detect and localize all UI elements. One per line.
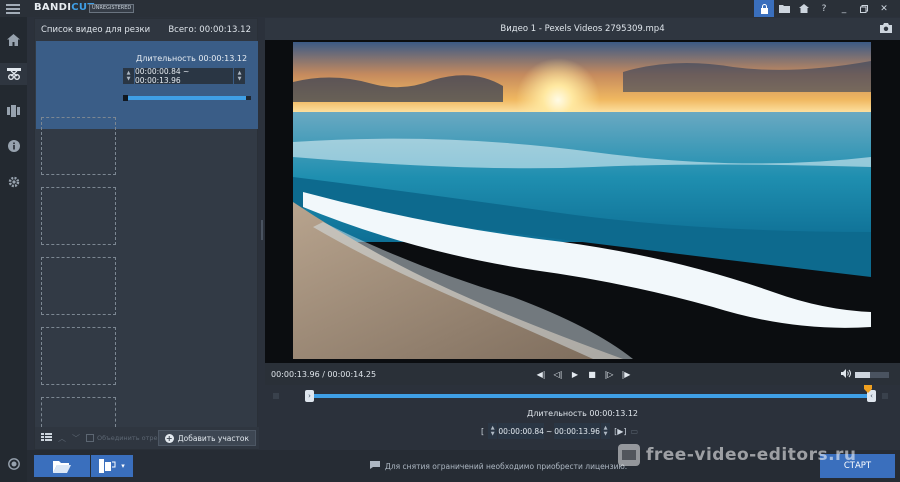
segment-start-field[interactable]: 00:00:00.84 [498,423,544,439]
open-file-button[interactable] [34,455,90,477]
left-rail [0,17,27,482]
folder-icon[interactable] [774,0,794,17]
clip-item-active[interactable]: Длительность 00:00:13.12 ▲ ▼ 00:00:00.84 … [36,41,258,129]
range-end-stepper[interactable]: ▲ ▼ [234,68,245,84]
registration-badge[interactable]: UNREGISTERED [89,4,135,13]
segment-range-separator: ~ [545,426,553,436]
selected-segment [305,394,875,398]
playhead-marker[interactable] [864,385,872,407]
clip-slot-empty[interactable] [41,187,116,245]
segment-duration: Длительность 00:00:13.12 [526,409,639,418]
volume-icon[interactable] [841,369,851,380]
stop-icon[interactable]: ■ [586,368,598,380]
open-folder-icon [53,461,71,473]
clip-list-title: Список видео для резки [41,25,151,35]
video-header: Видео 1 - Pexels Videos 2795309.mp4 [265,18,900,40]
step-back-icon[interactable]: ◁| [552,368,564,380]
title-bar: BANDICUT UNREGISTERED ? _ ✕ [0,0,900,17]
panel-splitter[interactable] [261,220,263,240]
segment-range: [ ▲ ▼ 00:00:00.84 ~ 00:00:13.96 ▲ ▼ [▶] ▭ [481,423,686,439]
clip-list-panel: Список видео для резки Всего: 00:00:13.1… [34,18,259,450]
chevron-down-icon: ▾ [121,462,125,470]
license-notice-text: Для снятия ограничений необходимо приобр… [385,461,628,471]
message-icon [370,461,380,471]
video-frame [293,42,871,359]
output-format-button[interactable]: ▾ [91,455,133,477]
settings-icon[interactable] [0,171,27,193]
timeline[interactable]: › ‹ [265,385,900,407]
segment-start-handle[interactable]: › [305,390,314,402]
restore-icon[interactable] [854,0,874,17]
record-icon[interactable] [0,453,27,475]
plus-icon: + [164,433,174,443]
home-icon[interactable] [794,0,814,17]
info-icon[interactable] [0,135,27,157]
timeline-end-cap [882,393,888,399]
help-icon[interactable]: ? [814,0,834,17]
clip-duration: Длительность 00:00:13.12 [136,54,248,63]
clip-range: ▲ ▼ 00:00:00.84 ~ 00:00:13.96 ▲ ▼ [123,67,245,85]
list-view-icon[interactable] [41,433,52,443]
watermark-logo-icon [618,444,640,466]
playback-timecode: 00:00:13.96 / 00:00:14.25 [271,370,377,379]
watermark: free-video-editors.ru [618,444,857,466]
app-logo: BANDICUT [34,2,95,13]
video-preview[interactable] [265,40,900,363]
watermark-text: free-video-editors.ru [646,445,857,465]
move-up-icon[interactable]: ︿ [58,433,66,444]
lock-icon[interactable] [754,0,774,17]
prev-frame-icon[interactable]: ◀| [535,368,547,380]
next-frame-icon[interactable]: |▶ [620,368,632,380]
move-down-icon[interactable]: ﹀ [72,433,80,444]
range-start-stepper[interactable]: ▲ ▼ [123,68,134,84]
set-start-icon[interactable]: [ [481,427,484,436]
video-title: Видео 1 - Pexels Videos 2795309.mp4 [500,24,665,34]
home-icon[interactable] [0,29,27,51]
step-forward-icon[interactable]: |▷ [603,368,615,380]
add-segment-label: Добавить участок [177,433,249,443]
cut-icon[interactable] [0,63,27,85]
clip-slot-empty[interactable] [41,397,116,427]
fullscreen-icon[interactable]: ▭ [631,427,639,436]
segment-end-field[interactable]: 00:00:13.96 [554,423,600,439]
output-format-icon [99,459,116,473]
clip-slot-empty[interactable] [41,117,116,175]
add-segment-button[interactable]: + Добавить участок [157,430,256,446]
playback-controls: 00:00:13.96 / 00:00:14.25 ◀| ◁| ▶ ■ |▷ |… [265,363,900,385]
clip-list-total: Всего: 00:00:13.12 [168,25,251,35]
clip-range-value[interactable]: 00:00:00.84 ~ 00:00:13.96 [135,67,233,85]
menu-icon[interactable] [6,4,20,14]
minimize-icon[interactable]: _ [834,0,854,17]
set-end-icon[interactable]: [▶] [614,427,626,436]
volume-slider[interactable] [855,371,889,378]
clip-list-header: Список видео для резки Всего: 00:00:13.1… [35,19,257,41]
clip-progress-start [123,95,128,101]
close-icon[interactable]: ✕ [874,0,894,17]
clip-slot-empty[interactable] [41,257,116,315]
play-icon[interactable]: ▶ [569,368,581,380]
encode-icon[interactable] [0,100,27,122]
clip-list-footer: ︿ ﹀ Объединить отрезки + Добавить участо… [35,427,259,449]
segment-end-stepper[interactable]: ▲ ▼ [600,423,611,439]
camera-icon[interactable] [880,23,892,36]
clip-progress-bar [123,95,251,101]
license-notice: Для снятия ограничений необходимо приобр… [370,461,627,471]
clip-slot-empty[interactable] [41,327,116,385]
volume-level [855,371,871,378]
merge-checkbox[interactable] [86,434,94,442]
segment-start-stepper[interactable]: ▲ ▼ [488,423,498,439]
timeline-start-cap [273,393,279,399]
clip-progress-fill [123,96,246,100]
